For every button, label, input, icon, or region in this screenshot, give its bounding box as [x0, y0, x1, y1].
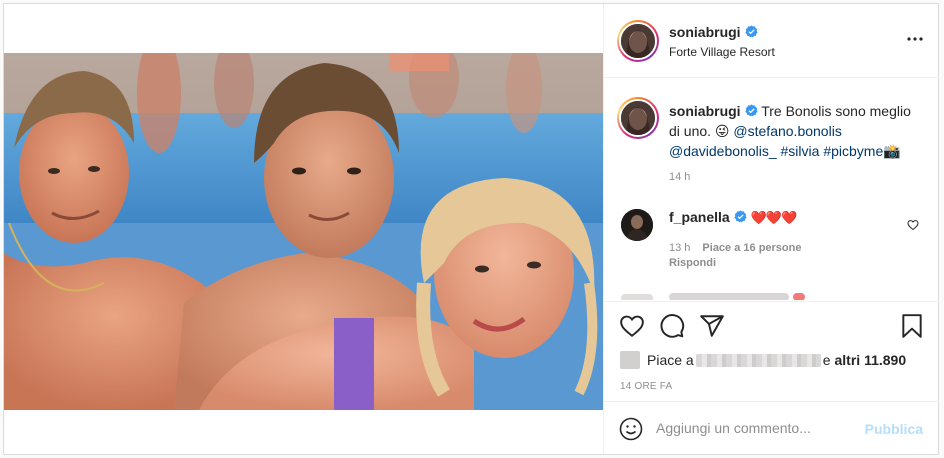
author-name-row: soniabrugi [669, 24, 758, 42]
likes-others[interactable]: altri 11.890 [835, 352, 907, 368]
verified-badge-icon [744, 25, 758, 38]
liker-name-blurred[interactable] [695, 353, 821, 367]
verified-badge-icon [734, 210, 747, 223]
comment-text: f_panella ❤️❤️❤️ [669, 209, 798, 226]
add-comment-bar: Pubblica [604, 401, 939, 454]
post-sidebar: soniabrugi Forte Village Resort soniabru… [603, 4, 939, 454]
comment-meta: 13 h Piace a 16 persone [669, 242, 801, 254]
hashtag-link[interactable]: #silvia [781, 143, 820, 159]
commenter-username[interactable]: f_panella [669, 209, 730, 225]
more-horizontal-icon[interactable] [907, 32, 923, 42]
caption-time[interactable]: 14 h [669, 171, 690, 183]
mention-link[interactable]: @davidebonolis_ [669, 143, 777, 159]
likes-prefix: Piace a [647, 352, 694, 368]
commenter-avatar[interactable] [621, 209, 653, 241]
comment-time[interactable]: 13 h [669, 242, 690, 254]
liker-avatar [620, 351, 640, 369]
post-timestamp[interactable]: 14 ORE FA [620, 381, 672, 392]
comment-icon[interactable] [659, 313, 685, 339]
author-avatar[interactable] [617, 20, 659, 62]
comment-partial [621, 290, 821, 300]
comment-body: ❤️❤️❤️ [750, 210, 798, 225]
post-header: soniabrugi Forte Village Resort [604, 4, 939, 78]
caption-text: soniabrugi Tre Bonolis sono meglio di un… [669, 101, 924, 161]
publish-button[interactable]: Pubblica [865, 421, 923, 437]
likes-suffix: e [822, 352, 831, 368]
bookmark-icon[interactable] [899, 313, 925, 339]
verified-badge-icon [744, 104, 758, 117]
heart-icon[interactable] [619, 313, 645, 339]
paper-plane-icon[interactable] [699, 313, 725, 339]
caption-username[interactable]: soniabrugi [669, 103, 741, 119]
comment-likes[interactable]: Piace a 16 persone [702, 242, 801, 254]
instagram-post: soniabrugi Forte Village Resort soniabru… [3, 3, 939, 455]
likes-summary[interactable]: Piace a e altri 11.890 [620, 350, 906, 370]
mention-link[interactable]: @stefano.bonolis [733, 123, 841, 139]
post-location[interactable]: Forte Village Resort [669, 45, 775, 59]
comments-list[interactable]: soniabrugi Tre Bonolis sono meglio di un… [604, 79, 939, 300]
smiley-icon[interactable] [619, 417, 643, 441]
reply-button[interactable]: Rispondi [669, 257, 716, 269]
post-photo[interactable] [4, 53, 603, 410]
hashtag-link[interactable]: #picbyme📸 [823, 143, 900, 159]
post-actions: Piace a e altri 11.890 14 ORE FA [604, 301, 939, 401]
author-username[interactable]: soniabrugi [669, 24, 741, 40]
caption-avatar[interactable] [617, 97, 659, 139]
post-media [4, 4, 603, 454]
comment-input[interactable] [656, 417, 856, 439]
comment-heart-icon[interactable] [907, 218, 919, 236]
